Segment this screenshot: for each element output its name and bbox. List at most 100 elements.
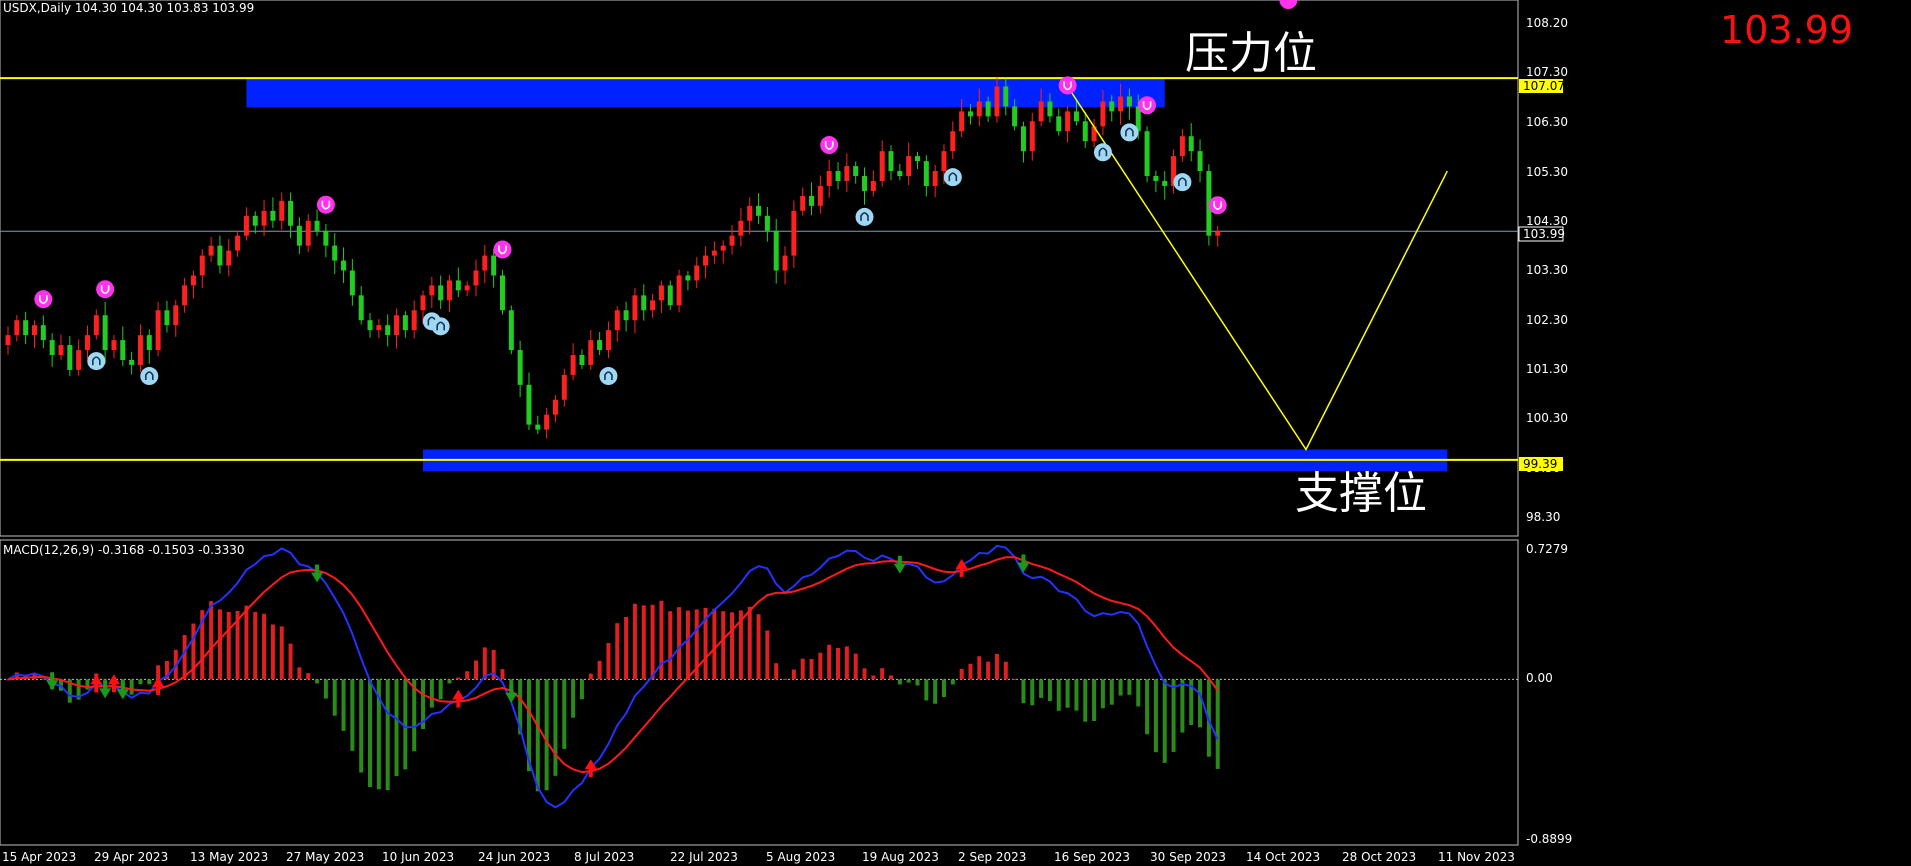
macd-histogram-bar [1171,679,1176,752]
macd-histogram-bar [226,611,231,680]
candle-body [1029,121,1035,152]
buy-marker [1120,123,1139,142]
macd-histogram-bar [994,653,999,680]
macd-histogram-bar [588,673,593,680]
buy-cross-arrow [955,558,968,577]
support-price-label: 99.39 [1523,457,1557,471]
macd-histogram-bar [977,656,982,680]
candle-body [84,335,90,351]
candle-body [579,355,585,365]
macd-histogram-bar [1021,679,1026,704]
macd-histogram-bar [1003,661,1008,680]
macd-histogram-bar [959,668,964,680]
date-tick: 15 Apr 2023 [2,850,76,864]
buy-cross-arrow [452,689,465,708]
macd-histogram-bar [641,605,646,680]
macd-histogram-bar [827,644,832,680]
macd-histogram-bar [906,679,911,683]
candle-body [667,285,673,306]
macd-histogram-bar [103,679,108,681]
macd-histogram-bar [279,626,284,680]
candle-body [914,156,920,162]
price-tick: 103.30 [1526,263,1568,277]
date-tick: 24 Jun 2023 [478,850,550,864]
candle-body [676,275,682,306]
macd-histogram-bar [447,679,452,684]
candle-body [323,230,329,246]
macd-histogram-bar [986,661,991,680]
candle-body [941,151,947,172]
candle-body [976,101,982,117]
macd-histogram-bar [791,669,796,680]
macd-histogram-bar [394,679,399,777]
candle-body [376,325,382,331]
macd-histogram-bar [1153,679,1158,753]
candle-body [31,325,37,336]
candle-body [402,315,408,331]
candle-body [835,171,841,181]
resistance-zone [246,79,1165,108]
candle-body [208,245,214,256]
macd-histogram-bar [668,611,673,680]
macd-histogram-bar [1092,679,1097,721]
usdx-daily-chart[interactable]: USDX,Daily 104.30 104.30 103.83 103.99 1… [0,0,1911,866]
candle-body [508,310,514,351]
candle-body [1118,96,1124,112]
candle-body [685,275,691,281]
macd-histogram-bar [1056,679,1061,711]
macd-histogram-bar [579,679,584,700]
macd-histogram-bar [244,605,249,680]
candle-body [711,250,717,256]
macd-histogram-bar [1145,679,1150,735]
macd-histogram-bar [209,601,214,680]
macd-histogram-bar [350,679,355,751]
candle-body [164,310,170,326]
candle-body [1038,101,1044,122]
candle-body [499,275,505,311]
candle-body [694,265,700,281]
macd-histogram-bar [1109,679,1114,705]
macd-histogram-bar [262,613,267,680]
macd-histogram-bar [624,617,629,680]
projection-path [1066,86,1448,451]
macd-histogram-bar [712,608,717,680]
date-tick: 5 Aug 2023 [766,850,835,864]
macd-histogram-bar [341,679,346,731]
macd-histogram-bar [429,679,434,708]
candle-body [1065,111,1071,132]
macd-histogram-bar [323,679,328,699]
macd-histogram-bar [871,675,876,680]
macd-histogram-bar [217,609,222,680]
macd-histogram-bar [544,679,549,791]
candle-body [994,86,1000,117]
candle-body [14,320,20,336]
sell-cross-arrow [46,672,59,691]
candle-body [367,320,373,331]
candle-body [137,335,143,365]
candle-body [332,245,338,261]
candle-body [279,200,285,221]
macd-histogram-bar [632,603,637,680]
macd-histogram-bar [500,669,505,680]
candle-body [932,171,938,186]
chart-window[interactable]: USDX,Daily 104.30 104.30 103.83 103.99 1… [0,0,1911,866]
candle-body [394,315,400,336]
candle-body [146,335,152,351]
price-tick: 107.30 [1526,65,1568,79]
buy-marker [943,168,962,187]
macd-histogram-bar [1065,679,1070,708]
candle-body [1012,106,1018,127]
macd-histogram-bar [553,679,558,776]
projection-layer [1066,86,1448,451]
macd-histogram-bar [562,679,567,749]
macd-histogram-bar [1012,678,1017,680]
macd-histogram-bar [456,677,461,680]
buy-marker [1093,143,1112,162]
candle-body [58,345,64,356]
candle-body [1073,111,1079,122]
candle-body [296,225,302,246]
candle-body [967,111,973,117]
macd-histogram-bar [306,673,311,680]
candle-body [217,245,223,266]
candle-body [93,315,99,336]
